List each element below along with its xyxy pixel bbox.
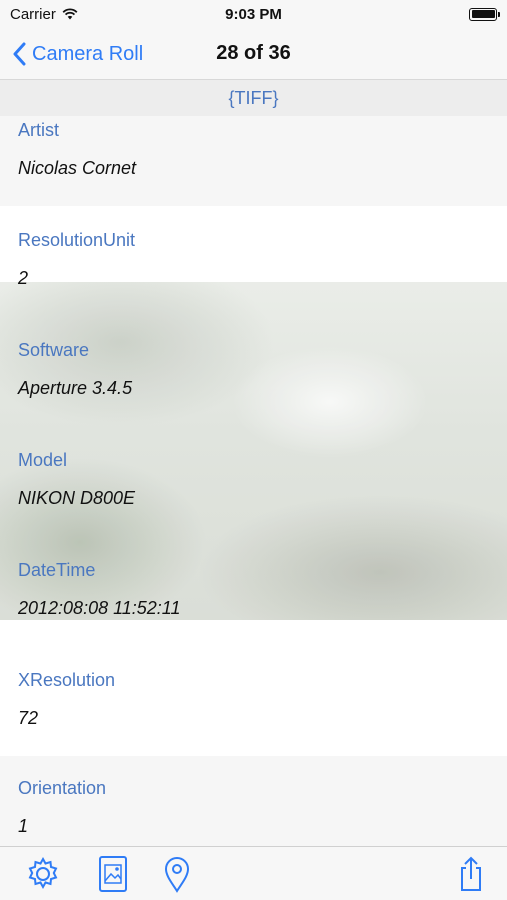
field-label: XResolution bbox=[18, 670, 116, 690]
field-value: NIKON D800E bbox=[18, 488, 136, 508]
navigation-bar: Camera Roll 28 of 36 bbox=[0, 28, 507, 80]
field-value: 1 bbox=[18, 816, 29, 836]
list-item: Model NIKON D800E bbox=[0, 446, 507, 556]
field-label: DateTime bbox=[18, 560, 96, 580]
field-value: Nicolas Cornet bbox=[18, 158, 137, 178]
settings-button[interactable] bbox=[24, 855, 62, 893]
toolbar bbox=[0, 846, 507, 900]
status-bar: Carrier 9:03 PM bbox=[0, 0, 507, 28]
section-header: {TIFF} bbox=[0, 80, 507, 116]
field-label: Model bbox=[18, 450, 68, 470]
field-value: Aperture 3.4.5 bbox=[18, 378, 133, 398]
field-label: ResolutionUnit bbox=[18, 230, 136, 250]
photo-icon bbox=[99, 856, 127, 892]
metadata-list[interactable]: Artist Nicolas Cornet ResolutionUnit 2 S… bbox=[0, 116, 507, 846]
battery-icon bbox=[469, 7, 500, 21]
list-item: Orientation 1 bbox=[0, 756, 507, 846]
carrier-info: Carrier bbox=[10, 6, 78, 23]
photo-button[interactable] bbox=[94, 855, 132, 893]
wifi-icon bbox=[62, 8, 78, 20]
location-button[interactable] bbox=[158, 855, 196, 893]
list-item: Software Aperture 3.4.5 bbox=[0, 336, 507, 446]
carrier-label: Carrier bbox=[10, 5, 56, 23]
gear-icon bbox=[28, 856, 58, 890]
field-label: Artist bbox=[18, 120, 60, 140]
field-label: Orientation bbox=[18, 778, 107, 798]
share-button[interactable] bbox=[452, 855, 490, 893]
field-value: 2012:08:08 11:52:11 bbox=[18, 598, 181, 618]
page-title: 28 of 36 bbox=[216, 42, 291, 64]
field-value: 72 bbox=[18, 708, 39, 728]
field-label: Software bbox=[18, 340, 90, 360]
share-icon bbox=[461, 856, 481, 891]
location-pin-icon bbox=[164, 857, 190, 893]
list-item: ResolutionUnit 2 bbox=[0, 226, 507, 336]
field-value: 2 bbox=[18, 268, 29, 288]
list-item: DateTime 2012:08:08 11:52:11 bbox=[0, 556, 507, 666]
list-item: Artist Nicolas Cornet bbox=[0, 116, 507, 206]
